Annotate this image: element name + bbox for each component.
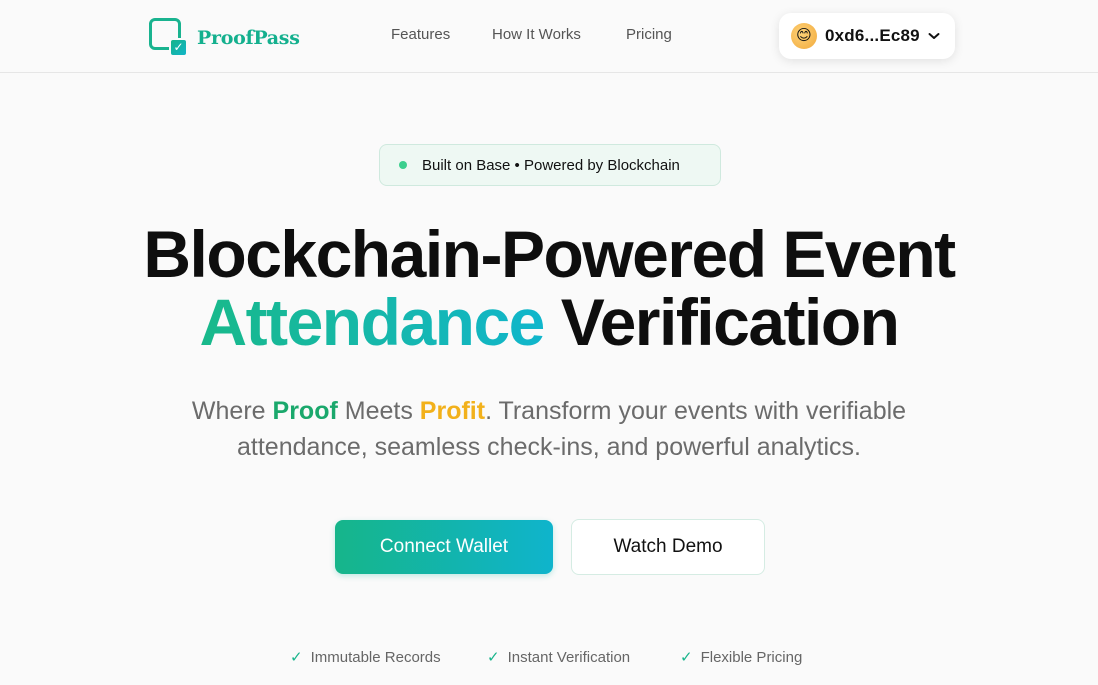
hero-badge: Built on Base • Powered by Blockchain [379, 144, 721, 186]
subtitle-proof: Proof [272, 397, 338, 425]
wallet-account-button[interactable]: 😊 0xd6...Ec89 [779, 13, 955, 59]
feature-item: ✓ Flexible Pricing [680, 648, 803, 667]
brand-name: ProofPass [197, 27, 300, 49]
hero-title-line2: Verification [560, 285, 900, 359]
feature-label: Instant Verification [507, 648, 631, 666]
status-dot-icon [399, 161, 407, 169]
nav-link-features[interactable]: Features [391, 26, 450, 43]
subtitle-line2: attendance, seamless check-ins, and powe… [237, 433, 861, 461]
emoji-avatar-icon: 😊 [791, 23, 817, 49]
subtitle-meets: Meets [344, 397, 413, 425]
check-icon: ✓ [487, 649, 500, 666]
subtitle-rest: . Transform your events with verifiable [485, 397, 907, 425]
watch-demo-button[interactable]: Watch Demo [571, 519, 765, 575]
hero-title-line1: Blockchain-Powered Event [143, 217, 956, 291]
check-icon: ✓ [680, 649, 693, 666]
badge-text: Built on Base • Powered by Blockchain [422, 156, 680, 174]
top-navbar: ✓ ProofPass Features How It Works Pricin… [0, 0, 1098, 73]
hero-title: Blockchain-Powered Event Attendance Veri… [0, 220, 1098, 356]
connect-wallet-button[interactable]: Connect Wallet [335, 520, 553, 574]
chevron-down-icon [928, 33, 940, 39]
check-icon: ✓ [290, 649, 303, 666]
brand-logo[interactable]: ✓ ProofPass [149, 18, 300, 58]
hero-subtitle: Where Proof Meets Profit. Transform your… [0, 393, 1098, 465]
logo-check-icon: ✓ [149, 18, 189, 58]
subtitle-profit: Profit [419, 397, 486, 425]
feature-label: Flexible Pricing [700, 648, 803, 666]
feature-item: ✓ Instant Verification [487, 648, 631, 667]
feature-item: ✓ Immutable Records [290, 648, 441, 667]
hero-title-accent: Attendance [199, 285, 545, 359]
nav-link-how-it-works[interactable]: How It Works [492, 26, 581, 43]
wallet-address: 0xd6...Ec89 [825, 26, 920, 45]
feature-label: Immutable Records [310, 648, 441, 666]
subtitle-where: Where [191, 397, 266, 425]
nav-link-pricing[interactable]: Pricing [626, 26, 672, 43]
